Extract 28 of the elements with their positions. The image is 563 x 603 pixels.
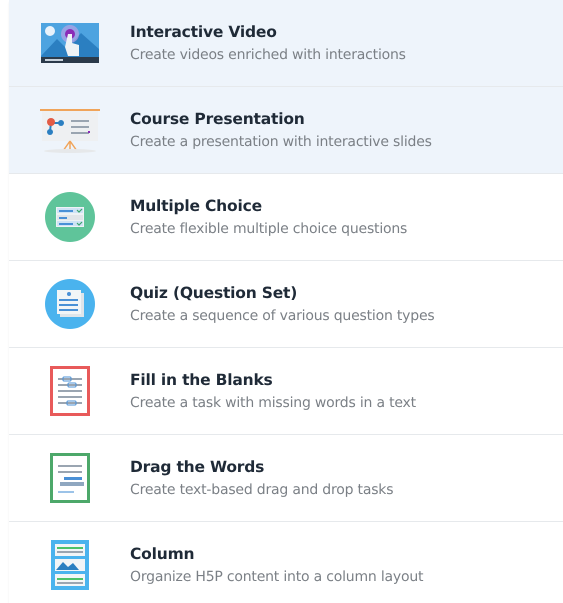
content-type-title: Fill in the Blanks bbox=[130, 371, 274, 389]
content-type-row[interactable]: Column Organize H5P content into a column layout bbox=[9, 522, 563, 603]
content-type-row[interactable]: Drag the Words Create text-based drag and drop tasks bbox=[9, 435, 563, 522]
video-icon bbox=[40, 23, 98, 63]
content-type-description: Organize H5P content into a column layout bbox=[130, 569, 424, 585]
content-type-description: Create flexible multiple choice questions bbox=[130, 221, 408, 237]
content-type-description: Create videos enriched with interactions bbox=[130, 47, 406, 63]
content-type-row[interactable]: Course Presentation Create a presentation with interactive slides bbox=[9, 87, 563, 174]
content-type-row[interactable]: Multiple Choice Create flexible multiple choice questions bbox=[9, 174, 563, 261]
content-type-title: Quiz (Question Set) bbox=[130, 284, 298, 302]
content-type-description: Create a task with missing words in a text bbox=[130, 395, 416, 411]
multiple-choice-icon bbox=[44, 192, 94, 242]
fill-in-blanks-icon bbox=[50, 366, 90, 416]
content-type-description: Create a presentation with interactive slides bbox=[130, 134, 432, 150]
content-type-description: Create text-based drag and drop tasks bbox=[130, 482, 394, 498]
content-type-title: Interactive Video bbox=[130, 23, 278, 41]
content-type-title: Drag the Words bbox=[130, 458, 266, 476]
content-type-row[interactable]: Interactive Video Create videos enriched with interactions bbox=[9, 0, 563, 87]
content-type-row[interactable]: Quiz (Question Set) Create a sequence of various question types bbox=[9, 261, 563, 348]
column-icon bbox=[50, 540, 88, 590]
content-type-title: Multiple Choice bbox=[130, 197, 263, 215]
content-type-title: Course Presentation bbox=[130, 110, 306, 128]
content-type-title: Column bbox=[130, 545, 196, 563]
content-type-description: Create a sequence of various question types bbox=[130, 308, 434, 324]
drag-words-icon bbox=[50, 453, 90, 503]
content-type-row[interactable]: Fill in the Blanks Create a task with missing words in a text bbox=[9, 348, 563, 435]
quiz-icon bbox=[44, 279, 94, 329]
presentation-icon bbox=[38, 107, 100, 153]
